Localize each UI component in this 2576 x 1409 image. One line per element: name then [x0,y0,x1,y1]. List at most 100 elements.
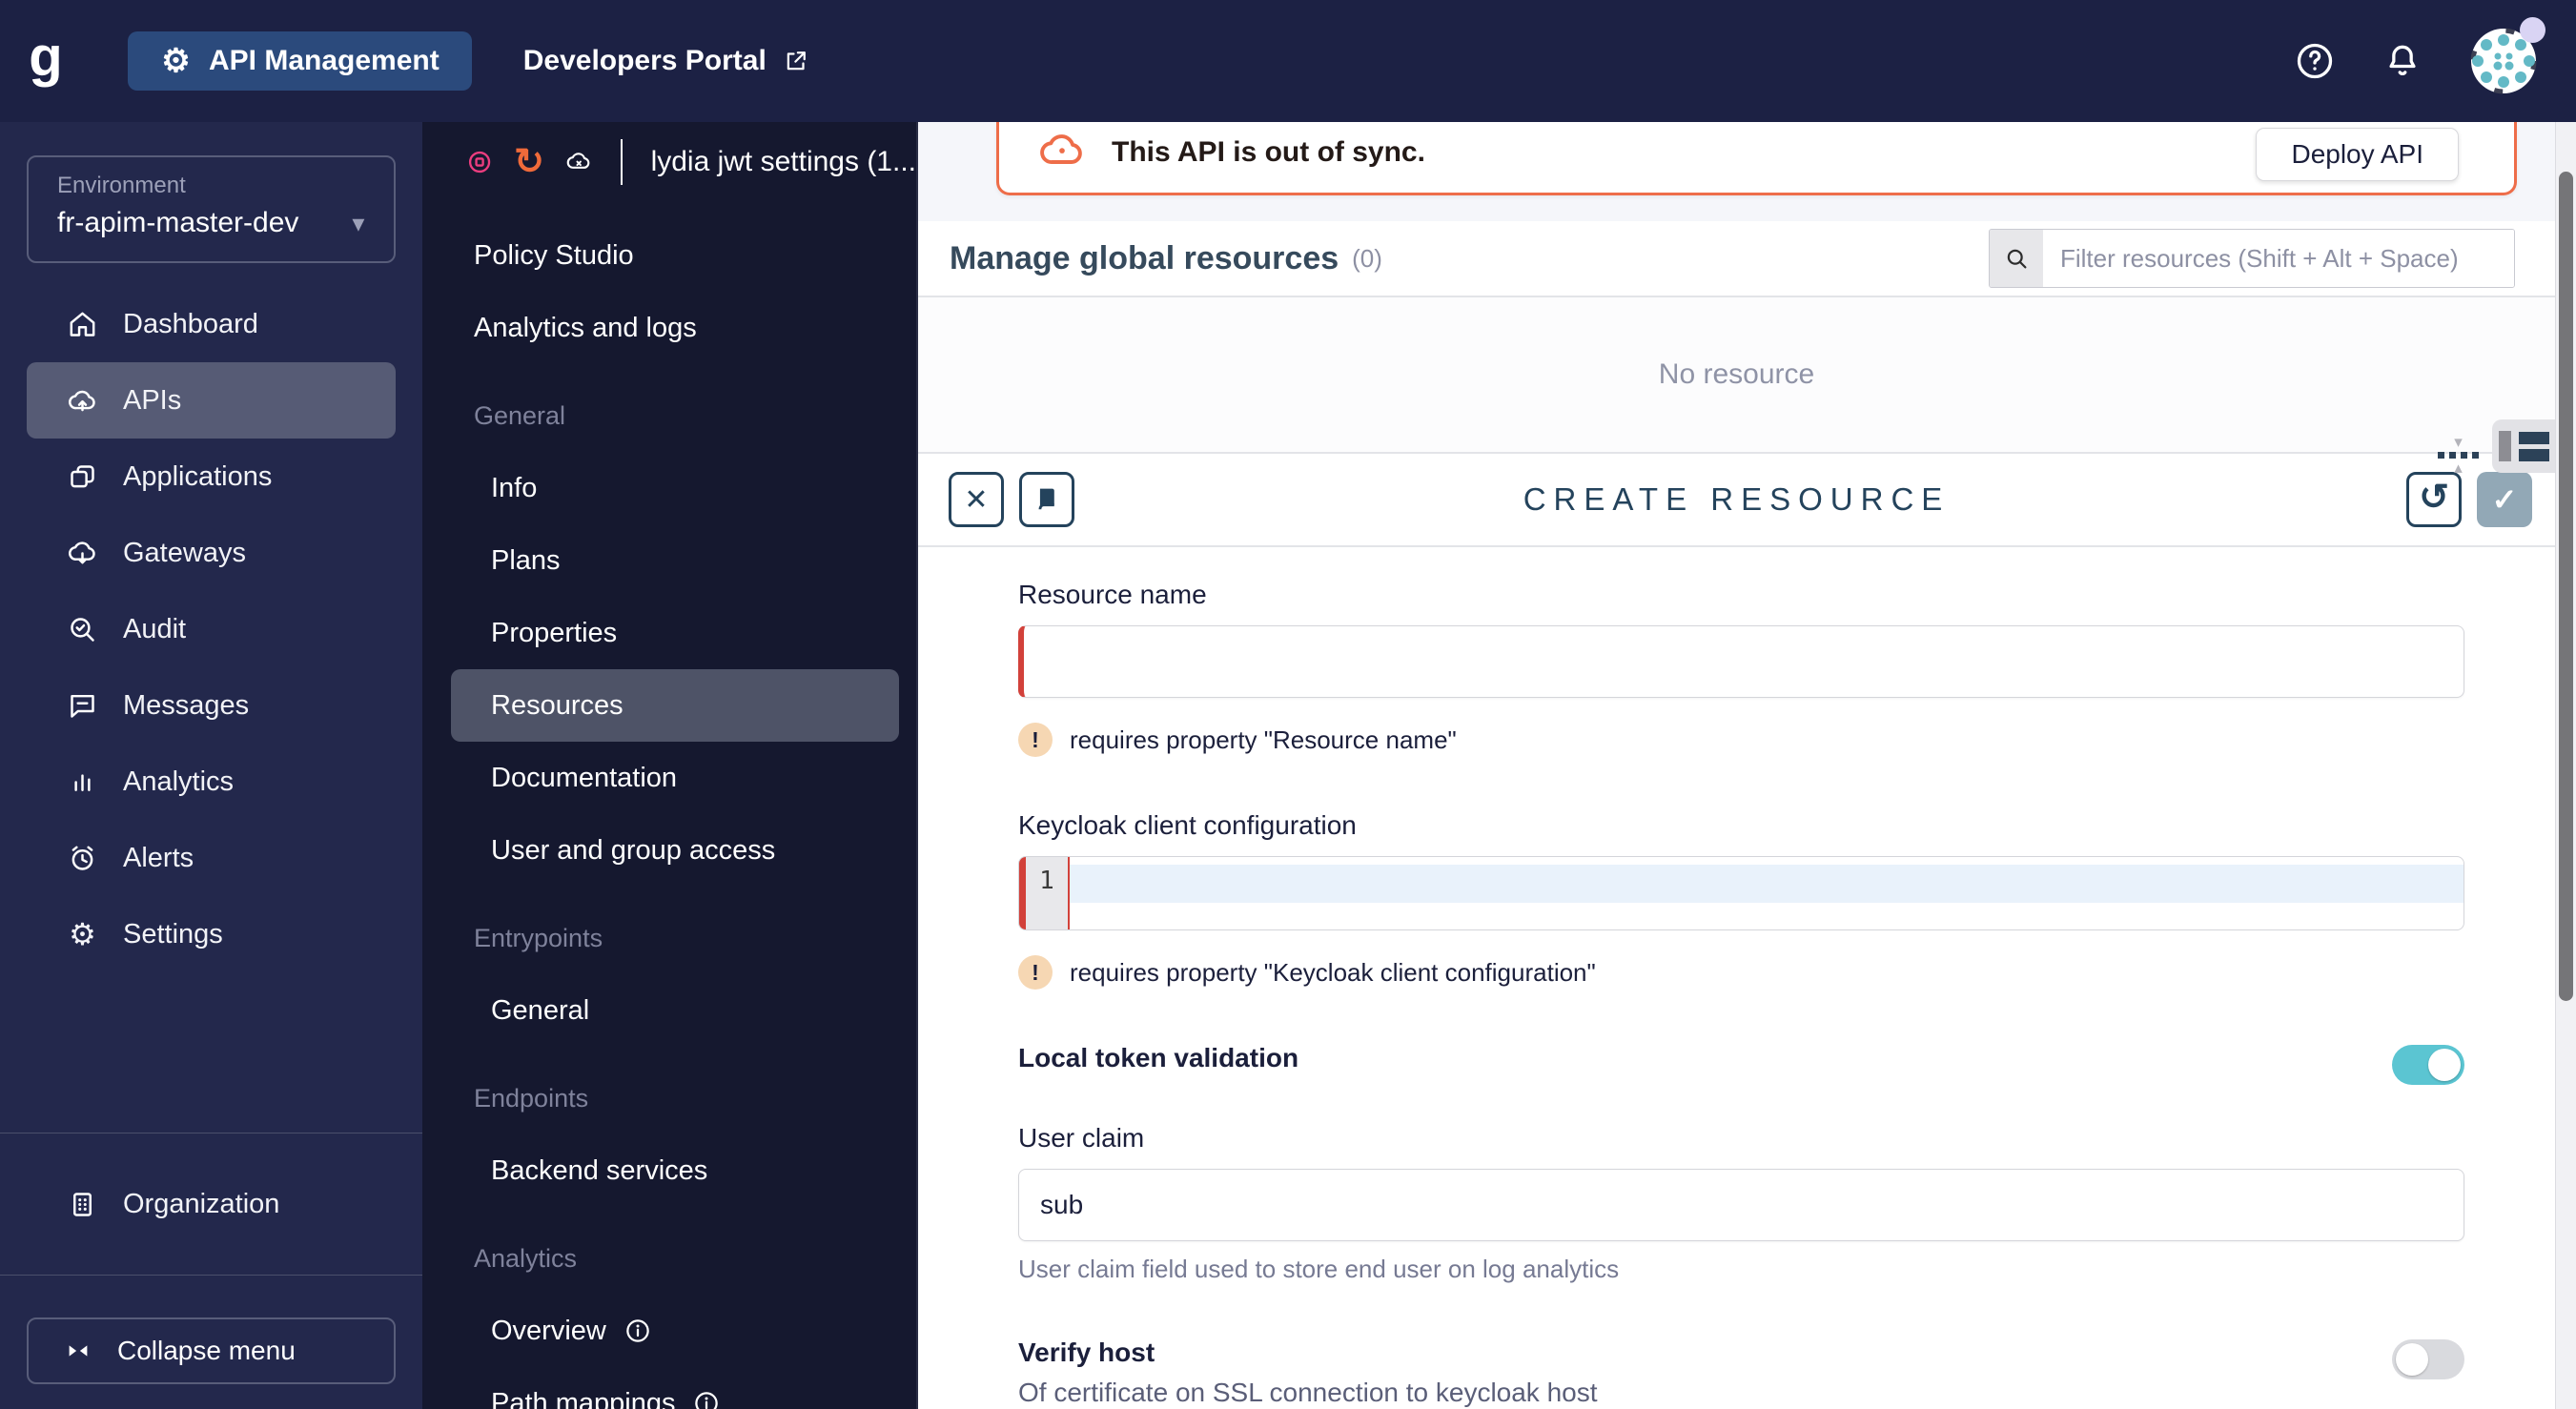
alarm-clock-icon [67,843,98,874]
gravitee-logo[interactable]: g [0,30,92,92]
create-resource-form: Resource name ! requires property "Resou… [918,547,2555,1409]
book-icon [1031,483,1063,516]
api-menu-overview[interactable]: Overview [451,1295,899,1367]
sidebar-item-analytics[interactable]: Analytics [27,744,396,820]
api-menu-plans[interactable]: Plans [451,524,899,597]
sidebar-item-messages[interactable]: Messages [27,667,396,744]
line-number: 1 [1026,857,1068,929]
primary-sidebar: Environment fr-apim-master-dev ▾ Dashboa… [0,122,422,1409]
reset-button[interactable]: ↺ [2406,472,2462,527]
top-bar: g ⚙ API Management Developers Portal [0,0,2576,122]
sidebar-item-dashboard[interactable]: Dashboard [27,286,396,362]
user-avatar[interactable] [2469,17,2545,95]
api-menu-policy-studio[interactable]: Policy Studio [451,219,899,292]
info-icon [624,1317,652,1345]
scrollbar-thumb[interactable] [2559,172,2573,1001]
app-switcher-label: API Management [209,45,440,76]
organization-icon [67,1189,98,1220]
resource-name-label: Resource name [1018,580,1207,609]
not-deployed-cloud-icon [565,143,592,181]
sidebar-item-alerts[interactable]: Alerts [27,820,396,896]
resource-count: (0) [1352,243,1382,273]
info-icon [692,1389,721,1409]
api-menu-backend-services[interactable]: Backend services [451,1134,899,1207]
bar-chart-icon [67,766,98,798]
api-menu-resources[interactable]: Resources [451,669,899,742]
audit-search-check-icon [67,614,98,645]
api-menu-documentation[interactable]: Documentation [451,742,899,814]
api-menu-user-group-access[interactable]: User and group access [451,814,899,887]
keycloak-config-label: Keycloak client configuration [1018,810,1357,840]
user-claim-hint: User claim field used to store end user … [1018,1255,1620,1283]
message-icon [67,690,98,722]
sidebar-item-apis[interactable]: APIs [27,362,396,439]
confirm-create-button[interactable]: ✓ [2477,472,2532,527]
local-token-validation-label: Local token validation [1018,1043,1299,1072]
external-link-icon [782,47,810,75]
keycloak-config-editor[interactable]: 1 [1018,856,2464,930]
api-menu-properties[interactable]: Properties [451,597,899,669]
api-menu-info[interactable]: Info [451,452,899,524]
close-icon: ✕ [964,483,989,516]
api-menu-path-mappings[interactable]: Path mappings [451,1367,899,1409]
close-button[interactable]: ✕ [949,472,1004,527]
cloud-upload-icon [67,385,98,417]
empty-state-text: No resource [1658,358,1815,390]
search-icon [1990,230,2043,287]
error-marker-strip [1019,857,1026,929]
page-title: Manage global resources [950,239,1339,276]
warning-icon: ! [1018,955,1053,990]
sidebar-item-label: APIs [123,384,182,416]
filter-resources-input[interactable] [2043,230,2514,287]
sidebar-item-gateways[interactable]: Gateways [27,515,396,591]
documentation-book-button[interactable] [1019,472,1074,527]
filter-resources-box [1989,229,2515,288]
api-menu-section-endpoints: Endpoints [474,1083,589,1113]
scrollbar[interactable] [2555,122,2576,1409]
applications-icon [67,461,98,493]
chevron-down-icon: ▾ [352,208,365,237]
sidebar-item-settings[interactable]: ⚙ Settings [27,896,396,972]
gear-badge-icon: ⚙ [161,43,191,79]
create-resource-header: ✕ CREATE RESOURCE ↺ ✓ [918,454,2555,545]
environment-label: Environment [57,173,186,198]
presence-status-dot [2520,17,2545,43]
split-view-toggle-icon[interactable] [2492,419,2555,473]
api-menu-analytics-and-logs[interactable]: Analytics and logs [451,292,899,364]
sidebar-item-label: Audit [123,613,187,644]
notifications-bell-icon[interactable] [2382,40,2423,82]
local-token-validation-toggle[interactable] [2392,1045,2464,1085]
help-icon[interactable] [2294,40,2336,82]
collapse-menu-button[interactable]: Collapse menu [27,1317,396,1384]
developers-portal-link[interactable]: Developers Portal [523,45,810,77]
sidebar-item-label: Organization [123,1188,280,1219]
sidebar-item-label: Alerts [123,842,194,873]
resources-empty-area: No resource ▾ ▴ [918,297,2555,476]
verify-host-label: Verify host [1018,1338,1155,1367]
api-menu-section-general: General [474,400,566,430]
resource-name-input[interactable] [1018,625,2464,698]
environment-selector[interactable]: Environment fr-apim-master-dev ▾ [27,155,396,263]
sync-warning-cloud-icon [1037,125,1087,174]
deploy-api-button[interactable]: Deploy API [2256,128,2459,181]
gear-icon: ⚙ [69,917,96,951]
app-switcher-api-management[interactable]: ⚙ API Management [128,31,472,91]
create-resource-title: CREATE RESOURCE [1523,481,1951,517]
collapse-menu-label: Collapse menu [117,1336,296,1365]
cloud-download-icon [67,538,98,569]
banner-message: This API is out of sync. [1112,136,1425,168]
sidebar-item-label: Applications [123,460,273,492]
sidebar-item-applications[interactable]: Applications [27,439,396,515]
sidebar-item-label: Messages [123,689,250,721]
user-claim-input[interactable] [1018,1169,2464,1241]
panel-resize-handle[interactable]: ▾ ▴ [2438,434,2479,476]
header-divider [621,139,623,185]
api-sidebar: ↻ lydia jwt settings (1... Policy Studio… [422,122,918,1409]
sidebar-item-organization[interactable]: Organization [27,1166,396,1242]
resource-name-error: requires property "Resource name" [1070,725,1457,754]
out-of-sync-icon: ↻ [514,142,544,182]
keycloak-config-error: requires property "Keycloak client confi… [1070,957,1596,987]
sidebar-item-audit[interactable]: Audit [27,591,396,667]
api-menu-entrypoints-general[interactable]: General [451,974,899,1047]
verify-host-toggle[interactable] [2392,1339,2464,1379]
